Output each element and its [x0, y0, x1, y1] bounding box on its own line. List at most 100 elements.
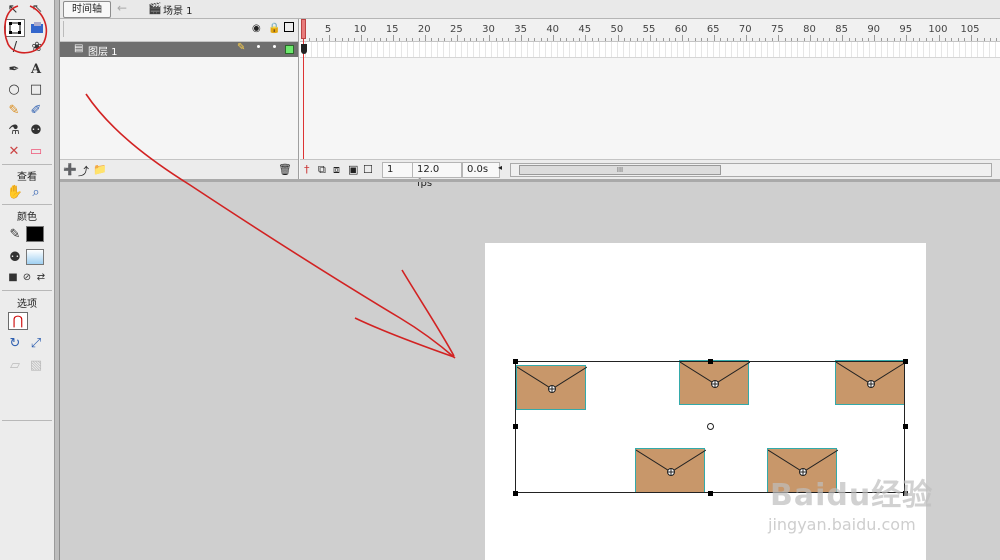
eye-icon[interactable]: ◉ [252, 23, 261, 34]
ruler-tick [989, 38, 991, 41]
onion-skin-icon[interactable]: ⧉ [318, 163, 326, 177]
tools-divider [2, 164, 52, 165]
transform-handle[interactable] [708, 359, 713, 364]
swap-colors-icon[interactable]: ⇄ [31, 269, 51, 287]
ruler-tick [681, 35, 683, 41]
lock-icon[interactable]: 🔒 [268, 23, 280, 34]
line-tool-icon[interactable]: / [5, 38, 25, 56]
rotate-skew-icon[interactable]: ↻ [5, 334, 25, 352]
ruler-tick [893, 38, 895, 41]
timeline-stage-divider[interactable] [60, 179, 1000, 182]
ruler-label: 15 [385, 24, 399, 35]
lock-dot[interactable] [273, 45, 276, 48]
transform-handle[interactable] [513, 359, 518, 364]
transform-handle[interactable] [903, 359, 908, 364]
scroll-thumb[interactable]: III [519, 165, 721, 175]
frame-row[interactable] [300, 42, 1000, 58]
timeline-toggle-button[interactable]: 时间轴 [63, 1, 111, 18]
frame-rate: 12.0 fps [412, 162, 462, 189]
ruler-tick [559, 38, 561, 41]
onion-skin-outlines-icon[interactable]: ⧈ [333, 163, 340, 177]
delete-layer-icon[interactable]: 🗑 [278, 163, 292, 176]
stroke-color-swatch[interactable] [26, 226, 44, 242]
ruler-tick [784, 38, 786, 41]
transform-handle[interactable] [513, 491, 518, 496]
ruler-label: 75 [771, 24, 784, 35]
free-transform-tool-icon[interactable] [5, 19, 25, 37]
ruler-tick [912, 38, 914, 41]
ruler-tick [957, 38, 959, 41]
insert-layer-icon[interactable]: ➕ [63, 163, 77, 176]
ruler-tick [964, 38, 966, 41]
transform-handle[interactable] [708, 491, 713, 496]
scroll-left-icon[interactable]: ◂ [498, 163, 502, 172]
hand-tool-icon[interactable]: ✋ [5, 183, 25, 201]
lasso-tool-icon[interactable]: ❀ [27, 38, 47, 56]
center-frame-icon[interactable]: † [304, 163, 310, 176]
ruler-tick [347, 38, 349, 41]
ruler-tick [733, 38, 735, 41]
ruler-tick [649, 35, 651, 41]
ruler-tick [803, 38, 805, 41]
ruler-tick [546, 38, 548, 41]
ink-bottle-tool-icon[interactable]: ⚗ [4, 121, 24, 139]
ruler-tick [354, 38, 356, 41]
ruler-tick [668, 38, 670, 41]
pencil-tool-icon[interactable]: ✎ [4, 101, 24, 119]
scene-label[interactable]: 场景 1 [163, 2, 193, 17]
insert-folder-icon[interactable]: 📁 [93, 163, 107, 176]
layer-outline-color[interactable] [285, 45, 294, 54]
ruler-tick [405, 38, 407, 41]
brush-tool-icon[interactable]: ✐ [26, 101, 46, 119]
ruler-tick [598, 38, 600, 41]
ruler-tick [829, 38, 831, 41]
transform-pivot-point[interactable] [707, 423, 714, 430]
transform-handle[interactable] [513, 424, 518, 429]
edit-bar: 时间轴 ← 🎬 场景 1 [60, 0, 1000, 19]
ruler-tick [758, 38, 760, 41]
ruler-tick [437, 38, 439, 41]
modify-onion-markers-icon[interactable]: ☐ [363, 163, 373, 176]
fill-color-icon[interactable]: ⚉ [5, 248, 25, 266]
ruler-label: 35 [514, 24, 527, 35]
timeline-scrollbar[interactable]: III [510, 163, 992, 177]
snap-magnet-icon[interactable]: ⋂ [8, 312, 28, 330]
ruler-tick [855, 38, 857, 41]
scale-icon[interactable]: ⤢ [26, 334, 46, 352]
rectangle-tool-icon[interactable]: □ [26, 80, 46, 98]
text-tool-icon[interactable]: A [26, 60, 46, 78]
selection-arrow-icon[interactable]: ↖ [3, 0, 23, 18]
fill-color-swatch[interactable] [26, 249, 44, 265]
outline-icon[interactable] [284, 22, 294, 32]
stroke-color-icon[interactable]: ✎ [5, 225, 25, 243]
frame-ruler[interactable]: 5 10 15 20 25 30 35 40 45 50 55 60 65 70 75 80 85 90 95 100… [300, 19, 1000, 42]
ruler-tick [469, 38, 471, 41]
ruler-tick [938, 35, 940, 41]
zoom-tool-icon[interactable]: ⌕ [26, 183, 46, 201]
edit-multiple-frames-icon[interactable]: ▣ [348, 163, 358, 176]
subselection-arrow-icon[interactable]: ⇖ [27, 0, 47, 18]
ruler-tick [765, 38, 767, 41]
layer-row[interactable]: ▤ 图层 1 ✎ [60, 42, 298, 58]
paint-bucket-tool-icon[interactable]: ⚉ [26, 121, 46, 139]
ruler-label: 85 [835, 24, 848, 35]
oval-tool-icon[interactable]: ○ [4, 80, 24, 98]
ruler-label: 105 [960, 24, 980, 35]
eraser-tool-icon[interactable]: ▭ [26, 142, 46, 160]
ruler-tick [996, 38, 998, 41]
keyframe[interactable] [301, 44, 307, 54]
back-arrow-icon[interactable]: ← [117, 1, 127, 15]
ruler-tick [867, 38, 869, 41]
add-motion-guide-icon[interactable]: ⤴ [78, 163, 89, 179]
playhead[interactable] [301, 19, 306, 39]
visibility-dot[interactable] [257, 45, 260, 48]
eyedropper-tool-icon[interactable]: ✕ [4, 142, 24, 160]
transform-handle[interactable] [903, 424, 908, 429]
ruler-tick [585, 35, 587, 41]
ruler-tick [906, 35, 908, 41]
pen-tool-icon[interactable]: ✒ [4, 60, 24, 78]
gradient-transform-tool-icon[interactable] [27, 19, 47, 37]
ruler-label: 90 [867, 24, 881, 35]
ruler-tick [328, 35, 330, 41]
ruler-tick [392, 35, 394, 41]
